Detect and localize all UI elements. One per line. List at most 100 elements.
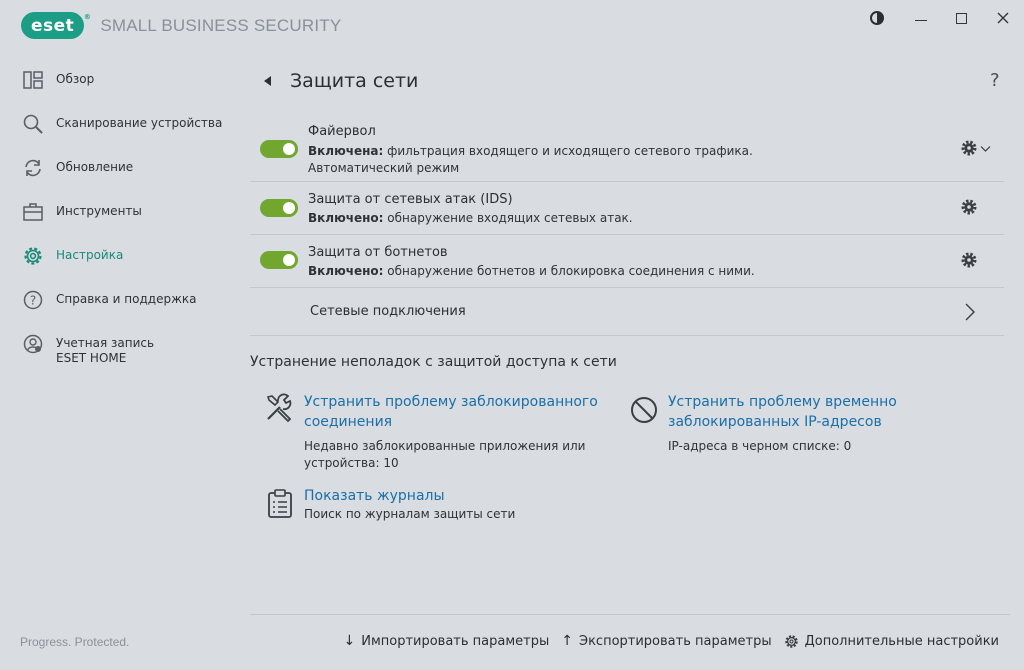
status-bold: Включено: [308, 264, 384, 278]
ids-status: Включено: обнаружение входящих сетевых а… [308, 211, 633, 225]
link-line: Устранить проблему временно [668, 394, 897, 410]
logo-badge: eset ® [21, 12, 91, 39]
blocked-ip-card: Устранить проблему временно заблокирован… [628, 392, 958, 453]
status-text: обнаружение входящих сетевых атак. [383, 211, 633, 225]
blocked-icon [631, 397, 657, 423]
clipboard-icon [268, 489, 292, 518]
status-tagline: Progress. Protected. [20, 635, 130, 649]
firewall-settings-gear-icon[interactable] [960, 139, 978, 157]
settings-list: Файервол Включена: фильтрация входящего … [250, 122, 1004, 336]
show-logs-link[interactable]: Показать журналы [304, 486, 445, 506]
product-name: SMALL BUSINESS SECURITY [100, 15, 342, 35]
chevron-down-icon[interactable] [980, 145, 991, 153]
botnet-toggle[interactable] [260, 251, 298, 269]
gear-icon [24, 247, 42, 265]
status-bold: Включено: [308, 211, 384, 225]
arrow-up-icon: ↑ [561, 633, 573, 649]
fix-blocked-ip-link[interactable]: Устранить проблему временно заблокирован… [668, 392, 897, 432]
page-title: Защита сети [290, 70, 419, 92]
overview-icon [23, 71, 43, 89]
help-button[interactable]: ? [990, 70, 1000, 91]
firewall-title: Файервол [308, 124, 376, 139]
firewall-row: Файервол Включена: фильтрация входящего … [250, 122, 1004, 182]
network-connections-row[interactable]: Сетевые подключения [250, 288, 1004, 336]
toggle-knob [283, 202, 295, 214]
sidebar-item-update[interactable]: Обновление [0, 148, 230, 192]
status-bold: Включена: [308, 144, 384, 158]
svg-text:?: ? [30, 294, 36, 308]
show-logs-desc: Поиск по журналам защиты сети [304, 507, 516, 521]
sidebar-item-label: Обновление [56, 160, 134, 174]
import-settings-button[interactable]: ↓ Импортировать параметры [343, 633, 549, 649]
maximize-button[interactable] [946, 6, 976, 30]
network-connections-title: Сетевые подключения [310, 304, 466, 319]
sidebar-item-label: Сканирование устройства [56, 116, 223, 130]
blocked-connection-card: Устранить проблему заблокированного соед… [264, 392, 624, 472]
sidebar-item-overview[interactable]: Обзор [0, 60, 230, 104]
blocked-ip-desc: IP-адреса в черном списке: 0 [668, 439, 852, 453]
link-line: заблокированных IP-адресов [668, 414, 882, 430]
ids-title: Защита от сетевых атак (IDS) [308, 192, 513, 207]
desc-line: Недавно заблокированные приложения или [304, 439, 586, 453]
blocked-connection-desc: Недавно заблокированные приложения или у… [304, 438, 585, 472]
refresh-icon [25, 159, 41, 177]
back-arrow-icon[interactable] [264, 76, 271, 86]
link-line: Устранить проблему заблокированного [304, 394, 598, 410]
import-label: Импортировать параметры [361, 633, 550, 649]
maximize-icon [955, 12, 967, 24]
show-logs-card: Показать журналы Поиск по журналам защит… [264, 486, 624, 530]
logo-trademark: ® [83, 13, 92, 21]
sidebar-item-label: Инструменты [56, 204, 142, 218]
advanced-label: Дополнительные настройки [804, 633, 999, 649]
troubleshoot-section-title: Устранение неполадок с защитой доступа к… [250, 354, 617, 370]
sidebar-item-label: Обзор [56, 72, 95, 86]
desc-line: устройства: 10 [304, 456, 399, 470]
export-settings-button[interactable]: ↑ Экспортировать параметры [561, 633, 771, 649]
minimize-icon [915, 19, 927, 21]
ids-toggle[interactable] [260, 199, 298, 217]
botnet-settings-gear-icon[interactable] [960, 251, 978, 269]
footer-actions: ↓ Импортировать параметры ↑ Экспортирова… [343, 633, 999, 649]
toggle-knob [283, 254, 295, 266]
chevron-right-icon [965, 303, 975, 321]
briefcase-icon [23, 203, 43, 221]
search-icon [23, 114, 43, 134]
sidebar-item-account[interactable]: Учетная запись ESET HOME [0, 324, 230, 380]
toggle-knob [283, 143, 295, 155]
arrow-down-icon: ↓ [343, 633, 356, 649]
tools-icon [266, 393, 292, 423]
status-text: обнаружение ботнетов и блокировка соедин… [383, 264, 755, 278]
botnet-row: Защита от ботнетов Включено: обнаружение… [250, 235, 1004, 288]
logo-text: eset [31, 15, 75, 36]
status-text: фильтрация входящего и исходящего сетево… [383, 144, 753, 158]
ids-row: Защита от сетевых атак (IDS) Включено: о… [250, 182, 1004, 235]
close-icon [997, 12, 1009, 24]
close-button[interactable] [988, 6, 1018, 30]
footer-divider [250, 614, 1010, 615]
sidebar-item-setup[interactable]: Настройка [0, 236, 230, 280]
export-label: Экспортировать параметры [579, 633, 772, 649]
account-icon [23, 334, 43, 354]
sidebar: Обзор Сканирование устройства Обновление… [0, 60, 230, 380]
firewall-mode: Автоматический режим [308, 161, 460, 175]
title-bar: eset ® SMALL BUSINESS SECURITY [0, 0, 1024, 52]
firewall-status: Включена: фильтрация входящего и исходящ… [308, 144, 753, 158]
sidebar-item-label: Настройка [56, 248, 124, 262]
minimize-button[interactable] [906, 6, 936, 30]
sidebar-item-help[interactable]: ? Справка и поддержка [0, 280, 230, 324]
botnet-status: Включено: обнаружение ботнетов и блокиро… [308, 264, 755, 278]
sidebar-item-tools[interactable]: Инструменты [0, 192, 230, 236]
gear-icon [784, 634, 798, 648]
sidebar-item-label: Справка и поддержка [56, 292, 197, 306]
contrast-toggle-button[interactable] [862, 6, 892, 30]
fix-blocked-connection-link[interactable]: Устранить проблему заблокированного соед… [304, 392, 598, 432]
ids-settings-gear-icon[interactable] [960, 198, 978, 216]
botnet-title: Защита от ботнетов [308, 245, 448, 260]
sidebar-item-scan[interactable]: Сканирование устройства [0, 104, 230, 148]
eset-logo: eset ® SMALL BUSINESS SECURITY [21, 12, 341, 39]
help-icon: ? [23, 290, 43, 310]
sidebar-item-label: Учетная запись ESET HOME [56, 336, 155, 365]
link-line: соединения [304, 414, 393, 430]
firewall-toggle[interactable] [260, 140, 298, 158]
advanced-settings-button[interactable]: Дополнительные настройки [784, 633, 999, 649]
